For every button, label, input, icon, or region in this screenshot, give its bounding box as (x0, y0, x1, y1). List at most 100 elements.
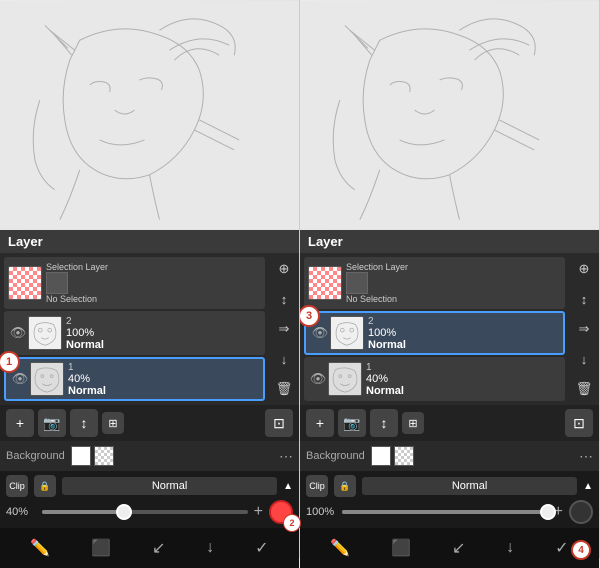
left-layer1-opacity: 40% (68, 373, 255, 385)
right-fill-tool[interactable]: ⬛ (391, 538, 411, 558)
right-layer1-eye[interactable]: 👁 (308, 369, 328, 389)
right-bg-label: Background (306, 450, 365, 462)
right-sidebar-arrow[interactable]: ⇒ (572, 317, 596, 341)
left-opacity-slider[interactable] (42, 510, 248, 514)
left-layer2-name: 2 (66, 316, 257, 327)
left-sidebar-trash[interactable]: 🗑 (272, 377, 296, 401)
sketch-art (0, 0, 299, 230)
left-layer2-blend: Normal (66, 339, 257, 351)
left-sidebar-add[interactable]: ⊕ (272, 257, 296, 281)
left-selection-thumb (8, 266, 42, 300)
left-sidebar-move[interactable]: ↕ (272, 287, 296, 311)
right-sel-val: No Selection (346, 294, 408, 304)
right-layer2-row[interactable]: 3 👁 (304, 311, 565, 355)
left-layer-title: Layer (8, 234, 43, 249)
right-circle-btn[interactable] (569, 500, 593, 524)
right-transform-tool[interactable]: ↓ (506, 539, 514, 557)
left-layer-body: Selection Layer No Selection 👁 (0, 253, 299, 405)
left-layer2-row[interactable]: 👁 2 (4, 311, 265, 355)
left-sidebar-down[interactable]: ↓ (272, 347, 296, 371)
left-select-tool[interactable]: ↙ (152, 538, 165, 558)
right-move-btn[interactable]: ↕ (370, 409, 398, 437)
left-alpha-lock-btn[interactable]: 🔒 (34, 475, 56, 497)
left-selection-info: Selection Layer No Selection (42, 262, 112, 304)
left-bottom-top: Clip 🔒 Normal ▲ (6, 475, 293, 497)
left-fill-tool[interactable]: ⬛ (91, 538, 111, 558)
right-more-btn[interactable]: ⋯ (579, 448, 593, 465)
left-layer1-blend: Normal (68, 385, 255, 397)
left-brush-tool[interactable]: ✏️ (30, 538, 50, 558)
right-layer1-blend: Normal (366, 385, 557, 397)
right-select-tool[interactable]: ↙ (452, 538, 465, 558)
right-sketch-art (300, 0, 599, 230)
right-add-layer-btn[interactable]: + (306, 409, 334, 437)
right-bottom-tools: ✏️ ⬛ ↙ ↓ ✓ 4 (300, 528, 599, 568)
right-layer2-opacity: 100% (368, 327, 555, 339)
left-action4[interactable]: ⊡ (265, 409, 293, 437)
right-sel-layer-name: Selection Layer (346, 262, 408, 272)
left-bottom-tools: ✏️ ⬛ ↙ ↓ ✓ (0, 528, 299, 568)
step-badge-4: 4 (571, 540, 591, 560)
left-opacity-fill (42, 510, 124, 514)
right-panel: Layer Selection Layer No Selection (300, 0, 600, 558)
left-selection-layer-row[interactable]: Selection Layer No Selection (4, 257, 265, 309)
left-camera-btn[interactable]: 📷 (38, 409, 66, 437)
right-sidebar-down[interactable]: ↓ (572, 347, 596, 371)
right-brush-tool[interactable]: ✏️ (330, 538, 350, 558)
left-bottom-bar: Clip 🔒 Normal ▲ 40% + 2 (0, 471, 299, 528)
right-action3[interactable]: ⊞ (402, 412, 424, 434)
right-sidebar-move[interactable]: ↕ (572, 287, 596, 311)
right-clipping-btn[interactable]: Clip (306, 475, 328, 497)
right-opacity-label: 100% (306, 506, 336, 518)
right-layer-panel: Layer Selection Layer No Selection (300, 230, 599, 528)
right-bottom-bottom: 100% + (306, 500, 593, 524)
right-layer2-name: 2 (368, 316, 555, 327)
right-sidebar-trash[interactable]: 🗑 (572, 377, 596, 401)
left-more-btn[interactable]: ⋯ (279, 448, 293, 465)
right-blend-mode[interactable]: Normal (362, 477, 577, 495)
right-selection-layer-row[interactable]: Selection Layer No Selection (304, 257, 565, 309)
left-action3[interactable]: ⊞ (102, 412, 124, 434)
right-layer1-opacity: 40% (366, 373, 557, 385)
left-plus-btn[interactable]: + (254, 503, 263, 521)
left-sidebar-arrow[interactable]: ⇒ (272, 317, 296, 341)
left-sel-val: No Selection (46, 294, 108, 304)
left-layer2-thumb (28, 316, 62, 350)
left-right-sidebar: ⊕ ↕ ⇒ ↓ 🗑 (269, 253, 299, 405)
left-bg-swatch[interactable] (71, 446, 91, 466)
right-layer2-info: 2 100% Normal (364, 316, 559, 351)
left-panel: Layer Selection Layer No Selection 👁 (0, 0, 300, 558)
left-layer2-eye[interactable]: 👁 (8, 323, 28, 343)
left-layer1-row[interactable]: 1 👁 (4, 357, 265, 401)
left-move-btn[interactable]: ↕ (70, 409, 98, 437)
right-layer1-row[interactable]: 👁 1 (304, 357, 565, 401)
right-bg-checker[interactable] (394, 446, 414, 466)
right-opacity-handle[interactable] (540, 504, 556, 520)
right-blend-chevron[interactable]: ▲ (583, 481, 593, 492)
left-add-layer-btn[interactable]: + (6, 409, 34, 437)
right-layer-header: Layer (300, 230, 599, 253)
right-bottom-top: Clip 🔒 Normal ▲ (306, 475, 593, 497)
left-bg-checker[interactable] (94, 446, 114, 466)
left-confirm-tool[interactable]: ✓ (255, 538, 268, 558)
right-camera-btn[interactable]: 📷 (338, 409, 366, 437)
left-blend-mode[interactable]: Normal (62, 477, 277, 495)
right-layer1-name: 1 (366, 362, 557, 373)
right-confirm-tool[interactable]: ✓ (555, 538, 568, 558)
right-opacity-slider[interactable] (342, 510, 548, 514)
left-clipping-btn[interactable]: Clip (6, 475, 28, 497)
right-layer-title: Layer (308, 234, 343, 249)
right-bottom-bar: Clip 🔒 Normal ▲ 100% + (300, 471, 599, 528)
left-transform-tool[interactable]: ↓ (206, 539, 214, 557)
left-circle-btn[interactable]: 2 (269, 500, 293, 524)
right-action4[interactable]: ⊡ (565, 409, 593, 437)
step-badge-2: 2 (283, 514, 301, 532)
left-layer1-thumb (30, 362, 64, 396)
left-blend-chevron[interactable]: ▲ (283, 481, 293, 492)
left-opacity-handle[interactable] (116, 504, 132, 520)
left-layer-panel: Layer Selection Layer No Selection 👁 (0, 230, 299, 528)
right-bg-swatch[interactable] (371, 446, 391, 466)
right-alpha-lock-btn[interactable]: 🔒 (334, 475, 356, 497)
right-sidebar-add[interactable]: ⊕ (572, 257, 596, 281)
left-canvas (0, 0, 299, 230)
